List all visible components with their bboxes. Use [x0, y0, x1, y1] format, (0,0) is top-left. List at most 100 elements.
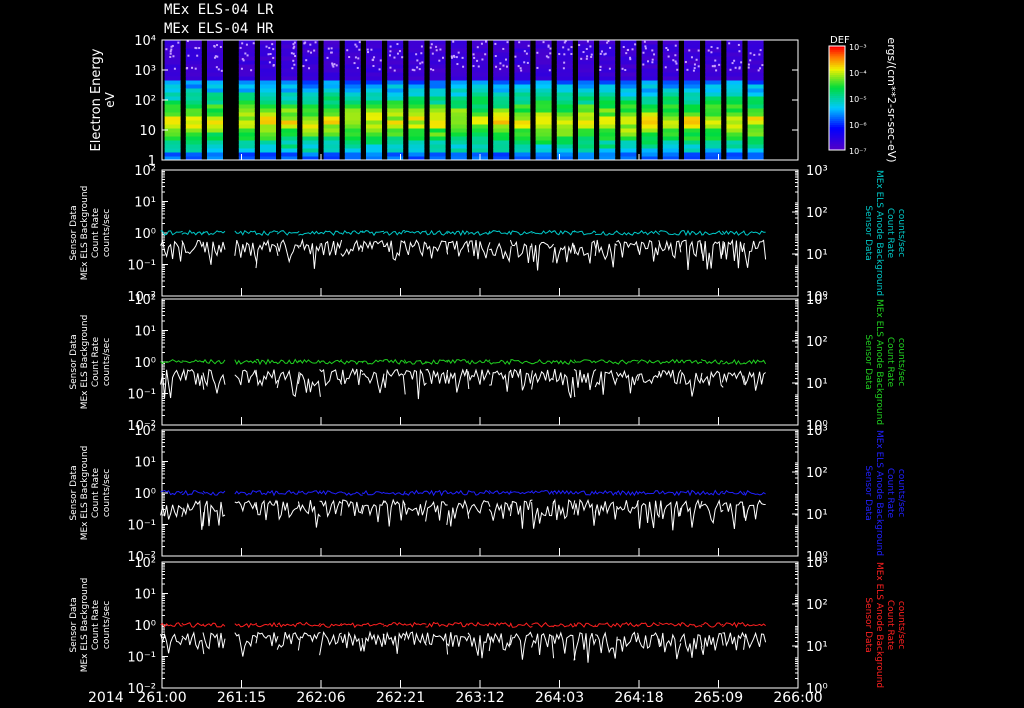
spectrogram-cell — [726, 52, 743, 57]
spectrogram-cell — [662, 96, 679, 101]
spectrogram-cell — [514, 40, 531, 45]
y-axis-label: counts/sec — [102, 601, 112, 649]
spectrogram-cell — [408, 68, 425, 73]
spectrogram-cell — [450, 68, 467, 73]
spectrogram-cell — [344, 88, 361, 93]
y2-axis-label: Sensor Data — [863, 597, 873, 652]
spectrogram-cell — [207, 140, 223, 145]
noise-dot — [432, 69, 435, 72]
spectrogram-cell — [408, 120, 425, 125]
noise-dot — [353, 62, 356, 65]
spectrogram-cell — [238, 84, 255, 89]
noise-dot — [244, 52, 247, 55]
spectrogram-cell — [641, 128, 658, 133]
noise-dot — [586, 40, 589, 43]
noise-dot — [570, 46, 573, 49]
spectrogram-cell — [260, 68, 276, 73]
spectrogram-cell — [662, 52, 679, 57]
spectrogram-cell — [620, 84, 637, 89]
noise-dot — [562, 67, 565, 70]
spectrogram-cell — [578, 68, 594, 73]
spectrogram-interval — [620, 40, 637, 161]
spectrogram-cell — [207, 100, 223, 105]
spectrogram-cell — [281, 76, 298, 81]
spectrogram-cell — [408, 124, 425, 129]
noise-dot — [688, 49, 691, 52]
spectrogram-cell — [185, 64, 202, 69]
spectrogram-cell — [556, 48, 573, 53]
spectrogram-cell — [429, 80, 446, 85]
spectrogram-cell — [429, 64, 446, 69]
noise-dot — [563, 61, 566, 64]
spectrogram-cell — [185, 80, 202, 85]
spectrogram-cell — [705, 108, 722, 113]
noise-dot — [389, 54, 392, 57]
noise-dot — [499, 68, 502, 71]
spectrogram-cell — [185, 152, 202, 157]
spectrogram-cell — [599, 128, 616, 133]
spectrogram-interval — [535, 40, 552, 161]
spectrogram-cell — [164, 132, 181, 137]
spectrogram-cell — [747, 92, 764, 97]
spectrogram-cell — [302, 120, 319, 125]
spectrogram-cell — [472, 108, 488, 113]
spectrogram-cell — [514, 48, 531, 53]
y-tick-label: 10⁻¹ — [127, 519, 156, 534]
noise-dot — [172, 55, 175, 58]
noise-dot — [313, 49, 316, 52]
spectrogram-cell — [302, 112, 319, 117]
spectrogram-cell — [323, 100, 340, 105]
noise-dot — [373, 56, 376, 59]
noise-dot — [457, 51, 460, 54]
spectrogram-interval — [238, 40, 255, 161]
spectrogram-cell — [493, 100, 510, 105]
noise-dot — [191, 66, 194, 69]
spectrogram-cell — [578, 132, 594, 137]
spectrogram-cell — [684, 96, 700, 101]
spectrogram-cell — [185, 136, 202, 141]
spectrogram — [164, 40, 764, 161]
time-tick-label: 264:18 — [614, 690, 663, 706]
noise-dot — [477, 65, 480, 68]
spectrogram-cell — [366, 136, 382, 141]
noise-dot — [718, 63, 721, 66]
spectrogram-cell — [238, 116, 255, 121]
noise-dot — [165, 48, 168, 51]
spectrogram-cell — [387, 76, 404, 81]
y-axis-label: counts/sec — [102, 469, 112, 517]
spectrogram-cell — [556, 92, 573, 97]
spectrogram-cell — [185, 68, 202, 73]
noise-dot — [416, 66, 419, 69]
y2-tick-label: 10² — [806, 466, 828, 481]
spectrogram-cell — [366, 116, 382, 121]
noise-dot — [430, 68, 433, 71]
spectrogram-cell — [260, 124, 276, 129]
spectrogram-cell — [260, 76, 276, 81]
spectrogram-cell — [387, 60, 404, 65]
noise-dot — [348, 56, 351, 59]
spectrogram-cell — [207, 108, 223, 113]
spectrogram-cell — [238, 92, 255, 97]
spectrogram-cell — [302, 104, 319, 109]
spectrogram-cell — [726, 96, 743, 101]
spectrogram-cell — [705, 52, 722, 57]
y2-tick-label: 10¹ — [806, 508, 828, 523]
spectrogram-cell — [323, 80, 340, 85]
spectrogram-cell — [662, 40, 679, 45]
spectrogram-cell — [366, 152, 382, 157]
spectrogram-cell — [450, 96, 467, 101]
noise-dot — [749, 59, 752, 62]
y2-axis-label: Sensor Data — [863, 205, 873, 260]
noise-dot — [599, 65, 602, 68]
spectrogram-cell — [514, 136, 531, 141]
y-tick-label: 10⁰ — [134, 356, 156, 371]
spectrogram-cell — [599, 112, 616, 117]
spectrogram-cell — [599, 132, 616, 137]
spectrogram-cell — [450, 80, 467, 85]
spectrogram-cell — [641, 80, 658, 85]
spectrogram-cell — [578, 124, 594, 129]
noise-dot — [438, 59, 441, 62]
spectrogram-cell — [238, 100, 255, 105]
spectrogram-cell — [260, 116, 276, 121]
spectrogram-cell — [556, 124, 573, 129]
